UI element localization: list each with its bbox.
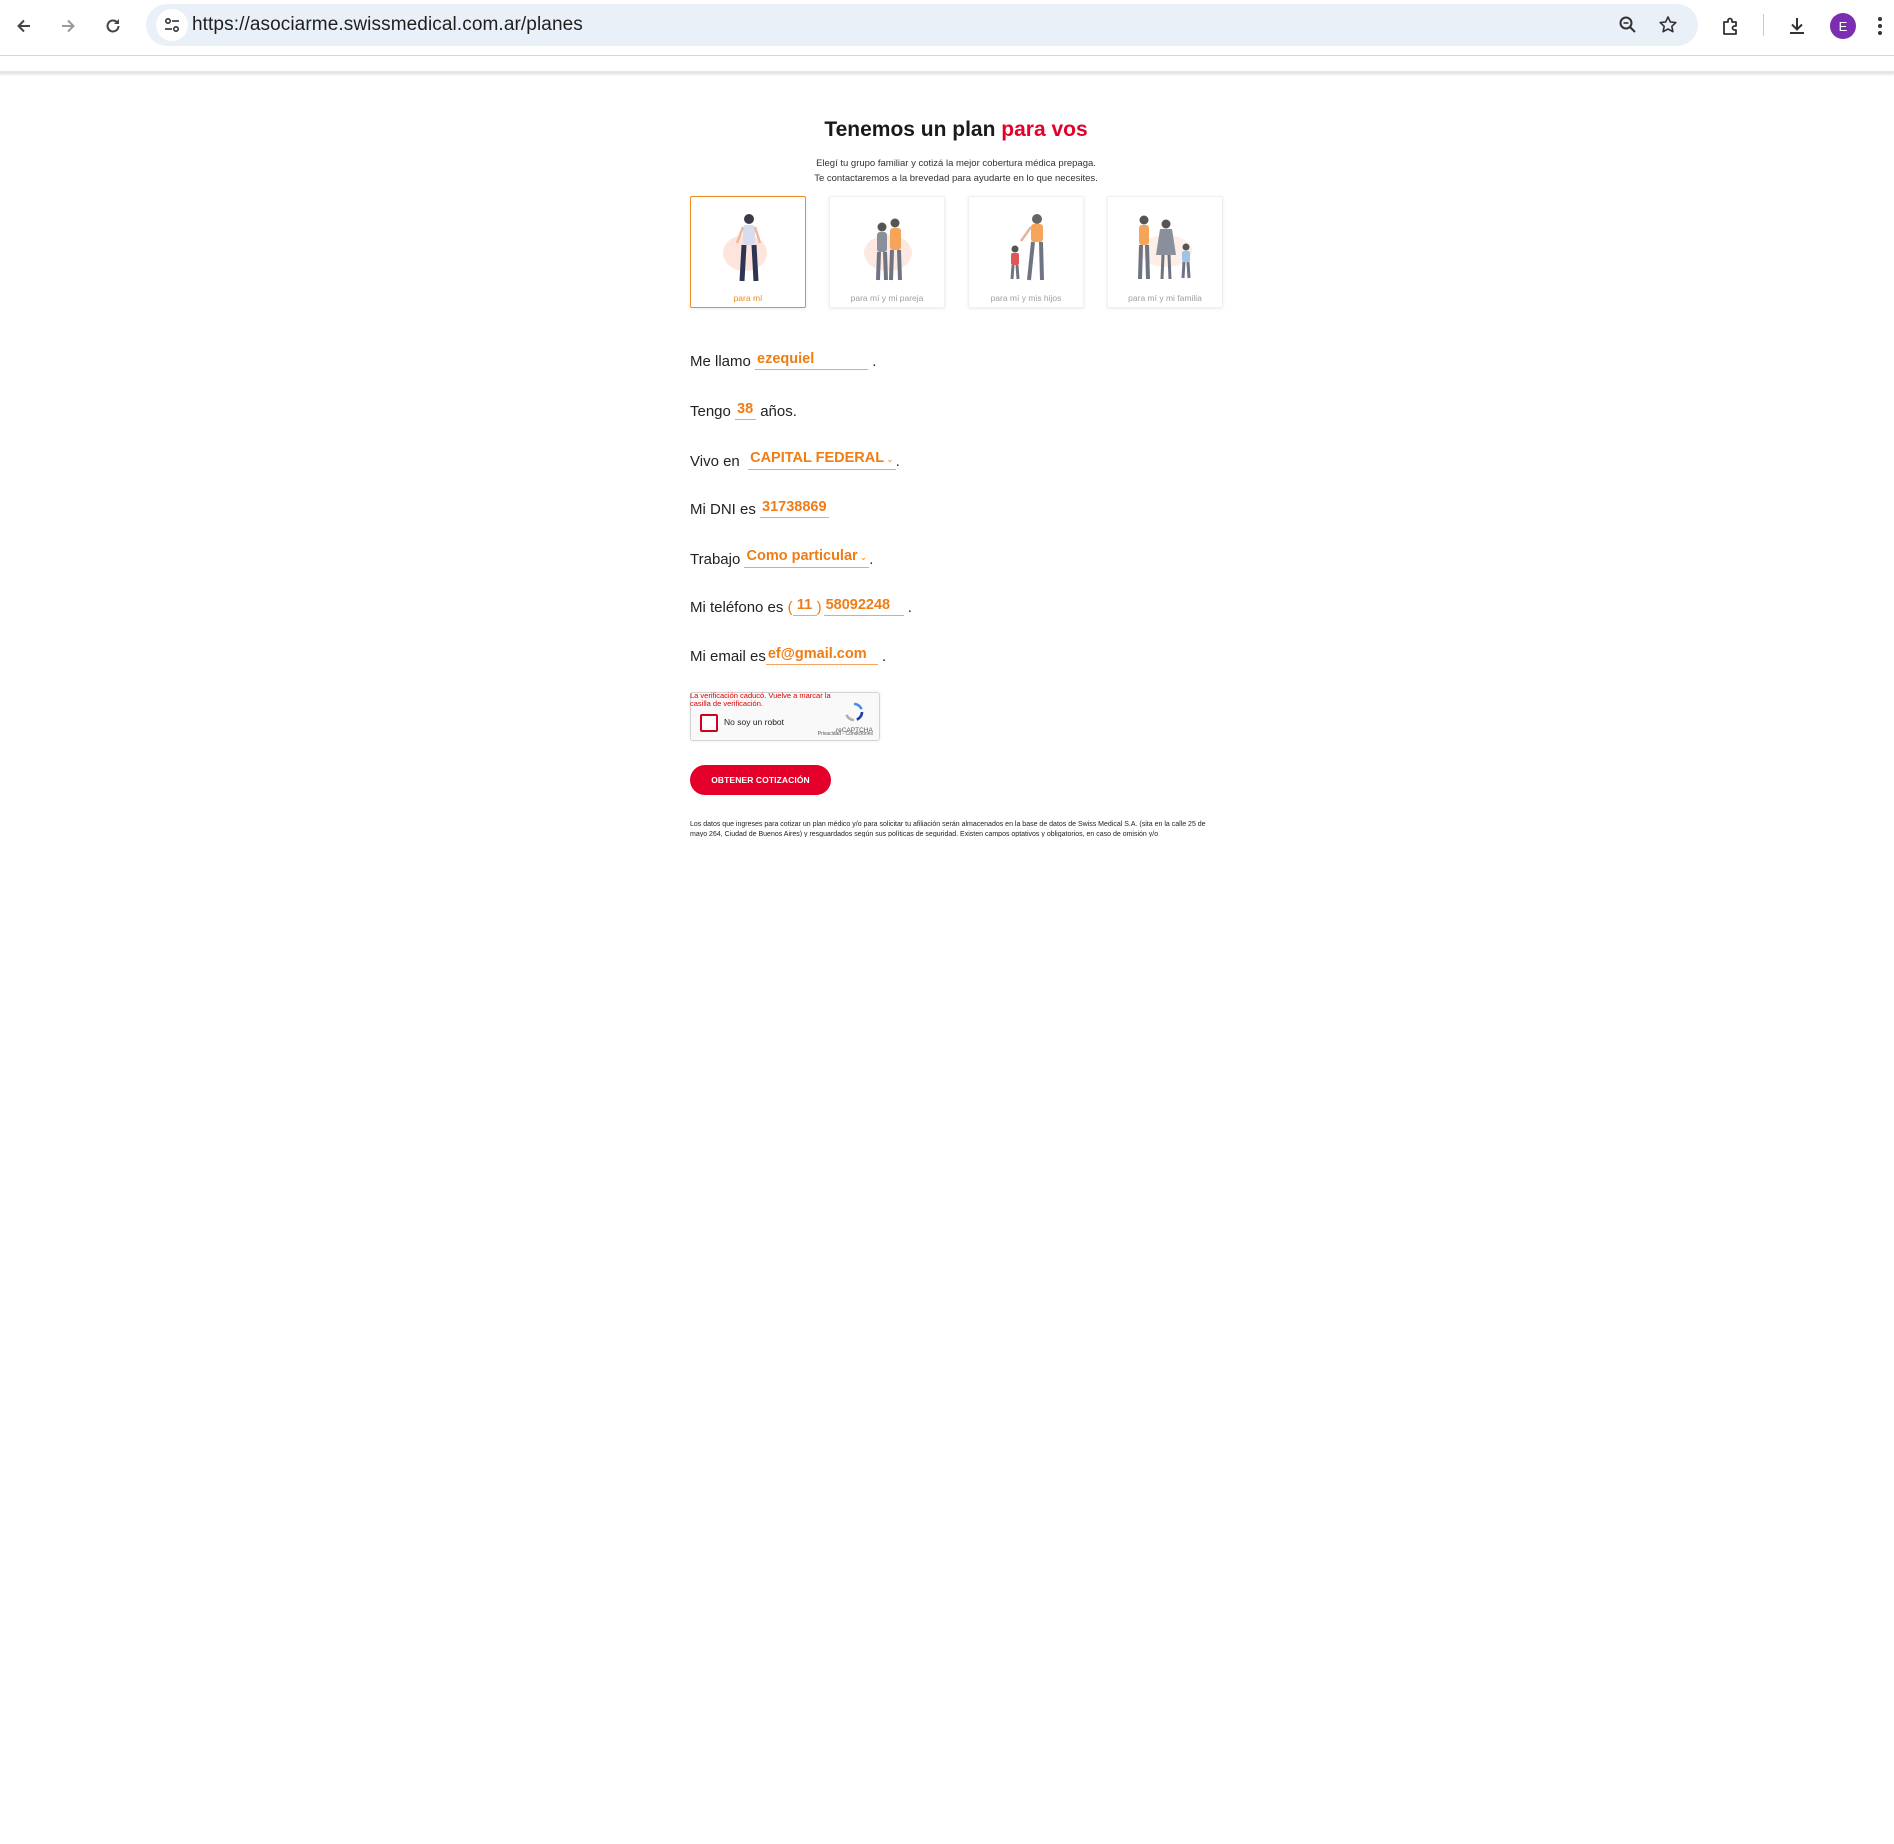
- subtitle-line-2: Te contactaremos a la brevedad para ayud…: [814, 173, 1098, 184]
- age-prefix: Tengo: [690, 403, 731, 420]
- work-value: Como particular: [746, 548, 858, 564]
- title-accent: para vos: [1001, 118, 1088, 141]
- page-title: Tenemos un plan para vos: [690, 118, 1222, 142]
- parent-with-child-illustration-icon: [1010, 214, 1044, 281]
- plan-label: para mí: [733, 293, 763, 303]
- age-suffix: años.: [760, 403, 797, 420]
- plan-card-familia[interactable]: para mí y mi familia: [1107, 196, 1223, 308]
- phone-row: Mi teléfono es ( 11 ) 58092248 .: [690, 596, 912, 616]
- title-main: Tenemos un plan: [824, 118, 996, 141]
- recaptcha-error: La verificación caducó. Vuelve a marcar …: [690, 691, 831, 708]
- work-prefix: Trabajo: [690, 551, 741, 568]
- profile-avatar[interactable]: E: [1830, 13, 1856, 39]
- bookmark-button[interactable]: [1652, 9, 1684, 41]
- name-row: Me llamo ezequiel .: [690, 350, 876, 370]
- recaptcha-links[interactable]: Privacidad - Condiciones: [818, 731, 873, 737]
- location-select[interactable]: CAPITAL FEDERAL ⌄: [748, 449, 896, 470]
- forward-button[interactable]: [50, 8, 86, 44]
- legal-disclaimer: Los datos que ingreses para cotizar un p…: [690, 821, 1206, 837]
- location-row: Vivo en CAPITAL FEDERAL ⌄ .: [690, 449, 900, 470]
- chevron-down-icon: ⌄: [886, 454, 894, 464]
- recaptcha-checkbox[interactable]: [700, 714, 718, 732]
- location-value: CAPITAL FEDERAL: [750, 450, 885, 466]
- plan-label: para mí y mi familia: [1128, 293, 1202, 303]
- back-button[interactable]: [6, 8, 42, 44]
- page-subtitle: Elegí tu grupo familiar y cotizá la mejo…: [690, 156, 1222, 186]
- downloads-button[interactable]: [1779, 8, 1815, 44]
- phone-suffix: .: [907, 599, 912, 616]
- forward-arrow-icon: [62, 19, 75, 33]
- browser-toolbar: https://asociarme.swissmedical.com.ar/pl…: [0, 0, 1894, 56]
- location-suffix: .: [895, 453, 900, 470]
- family-illustration-icon: [1138, 215, 1192, 280]
- plan-label: para mí y mi pareja: [850, 293, 924, 303]
- plan-card-pareja[interactable]: para mí y mi pareja: [829, 196, 945, 308]
- email-suffix: .: [882, 648, 887, 665]
- page-top-divider: [0, 71, 1894, 74]
- email-prefix: Mi email es: [690, 648, 766, 665]
- age-input[interactable]: 38: [735, 400, 757, 420]
- quote-form-section: Tenemos un plan para vos Elegí tu grupo …: [690, 110, 1223, 837]
- couple-illustration-icon: [864, 218, 912, 281]
- plan-card-hijos[interactable]: para mí y mis hijos: [968, 196, 1084, 308]
- phone-close-paren: ): [816, 599, 822, 616]
- phone-area-input[interactable]: 11: [792, 596, 817, 616]
- zoom-icon: [1619, 16, 1636, 33]
- recaptcha-logo: reCAPTCHA: [836, 701, 873, 734]
- single-person-illustration-icon: [723, 214, 767, 282]
- work-suffix: .: [869, 551, 874, 568]
- dni-row: Mi DNI es 31738869: [690, 498, 829, 518]
- plan-selector: para mí para mí y mi pareja para mí y mi…: [690, 196, 1223, 310]
- more-vert-icon: [1878, 17, 1882, 35]
- star-icon: [1659, 16, 1677, 33]
- recaptcha-label: No soy un robot: [724, 717, 785, 727]
- age-row: Tengo 38 años.: [690, 400, 797, 420]
- reload-button[interactable]: [95, 8, 131, 44]
- tune-icon: [164, 17, 180, 33]
- url-text[interactable]: https://asociarme.swissmedical.com.ar/pl…: [192, 4, 583, 46]
- email-row: Mi email es ef@gmail.com .: [690, 645, 886, 665]
- phone-number-input[interactable]: 58092248: [823, 596, 904, 616]
- dni-input[interactable]: 31738869: [760, 498, 829, 518]
- work-row: Trabajo Como particular ⌄ .: [690, 547, 873, 568]
- plan-card-para-mi[interactable]: para mí: [690, 196, 806, 308]
- puzzle-icon: [1723, 17, 1737, 35]
- extensions-button[interactable]: [1713, 8, 1749, 44]
- dni-prefix: Mi DNI es: [690, 501, 756, 518]
- name-prefix: Me llamo: [690, 353, 751, 370]
- subtitle-line-1: Elegí tu grupo familiar y cotizá la mejo…: [816, 158, 1096, 169]
- email-input[interactable]: ef@gmail.com: [765, 645, 878, 665]
- reload-icon: [106, 19, 120, 33]
- phone-prefix: Mi teléfono es: [690, 599, 784, 616]
- download-icon: [1790, 18, 1804, 34]
- zoom-button[interactable]: [1612, 9, 1644, 41]
- work-select[interactable]: Como particular ⌄: [744, 547, 870, 568]
- recaptcha-icon: [845, 702, 864, 722]
- location-prefix: Vivo en: [690, 453, 740, 470]
- back-arrow-icon: [17, 19, 30, 33]
- site-info-button[interactable]: [156, 9, 188, 41]
- name-input[interactable]: ezequiel: [755, 350, 869, 370]
- name-suffix: .: [872, 353, 877, 370]
- address-bar[interactable]: https://asociarme.swissmedical.com.ar/pl…: [146, 4, 1698, 46]
- chevron-down-icon: ⌄: [859, 552, 868, 562]
- toolbar-separator: [1763, 14, 1764, 36]
- plan-label: para mí y mis hijos: [990, 293, 1062, 303]
- menu-button[interactable]: [1870, 8, 1890, 44]
- get-quote-button[interactable]: OBTENER COTIZACIÓN: [690, 765, 831, 795]
